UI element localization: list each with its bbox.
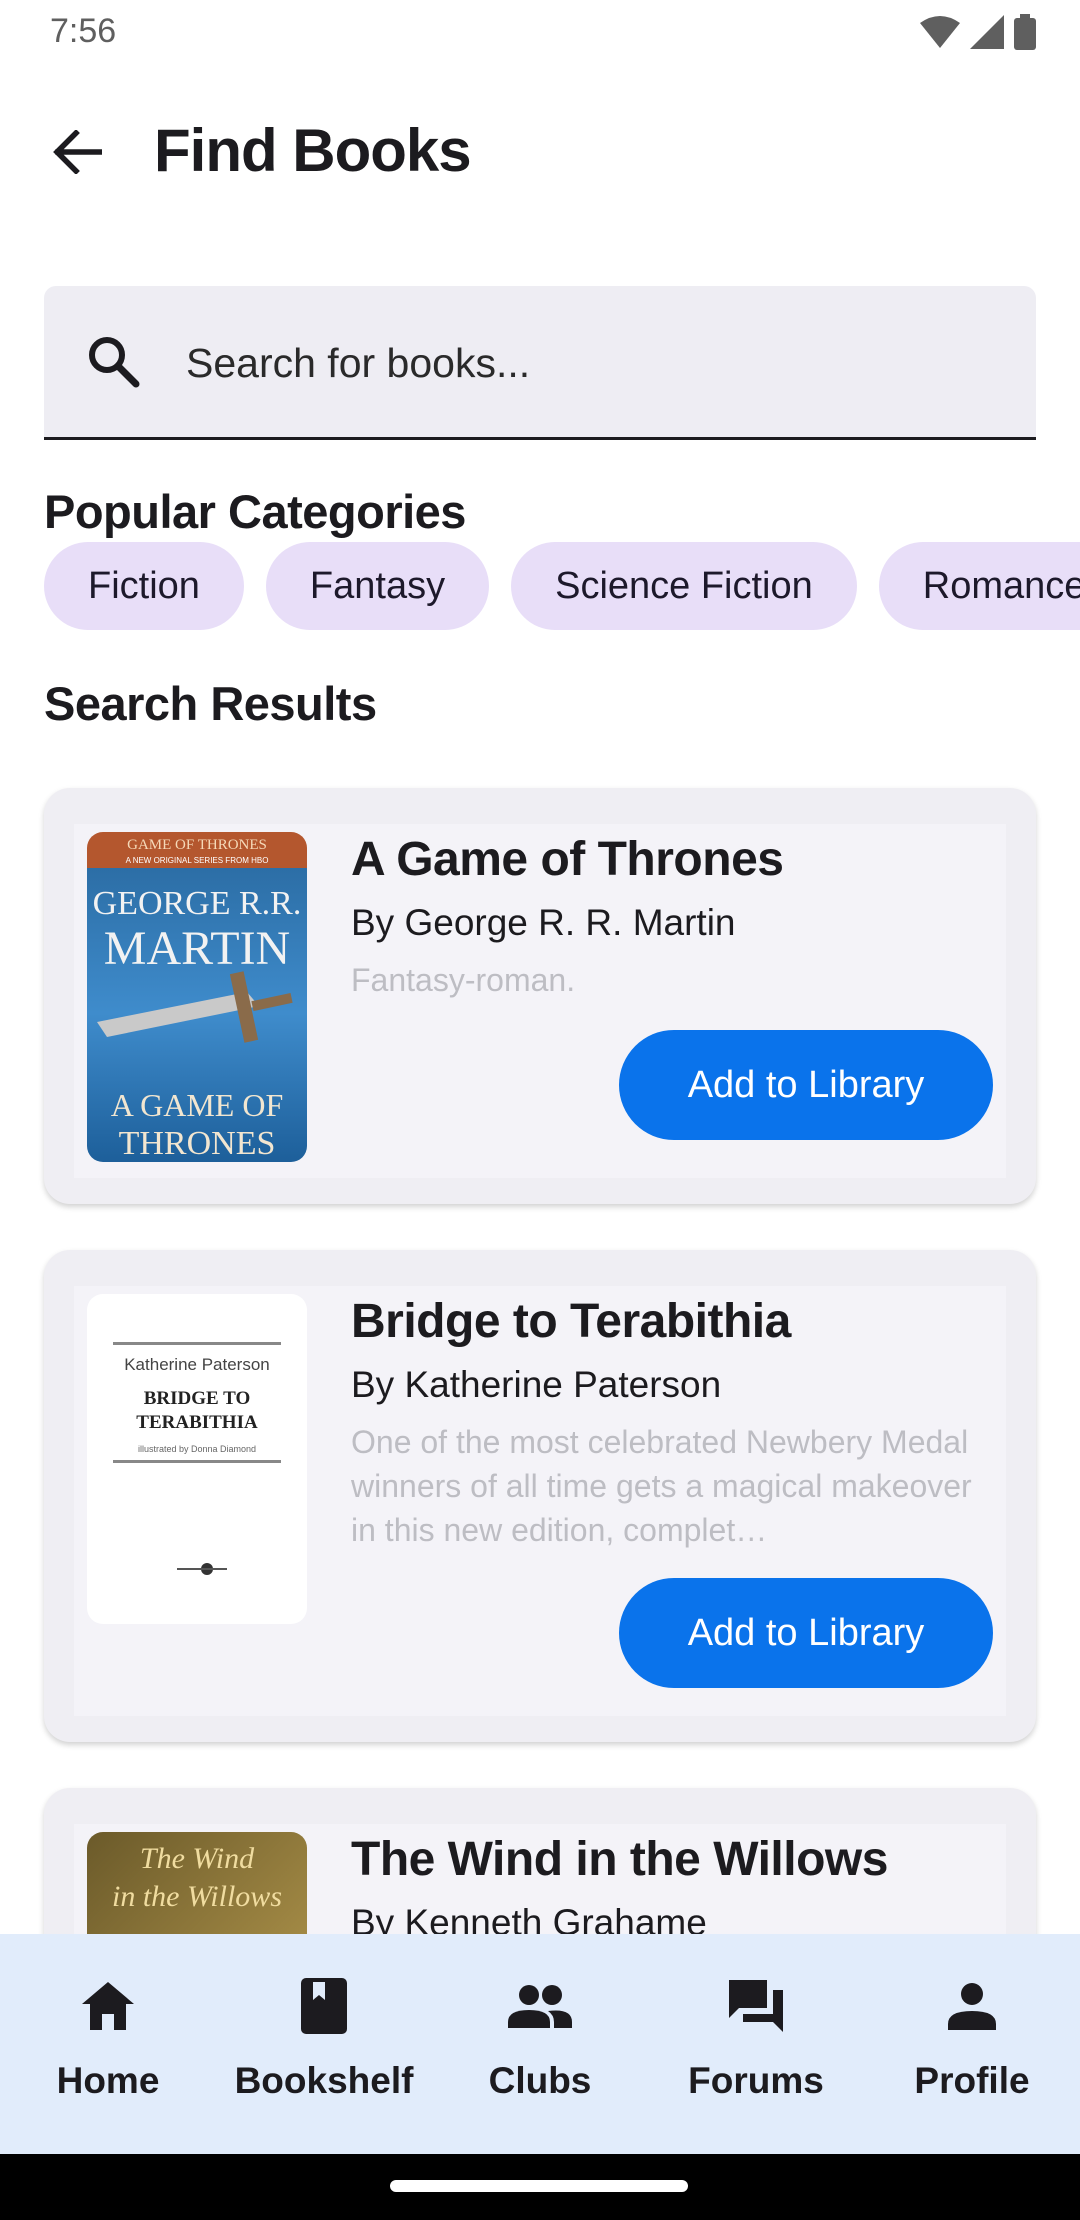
cover-author-last: MARTIN [104, 922, 290, 975]
nav-label-home: Home [56, 2060, 160, 2101]
book-card-content: GAME OF THRONES A NEW ORIGINAL SERIES FR… [74, 824, 1006, 1178]
search-field[interactable] [44, 286, 1036, 440]
nav-item-profile[interactable]: Profile [864, 1934, 1080, 2154]
book-card-content: Katherine Paterson BRIDGE TO TERABITHIA … [74, 1286, 1006, 1716]
search-input[interactable] [186, 332, 1006, 394]
nav-label-profile: Profile [914, 2060, 1030, 2101]
book-icon [292, 1974, 356, 2038]
book-description: Fantasy-roman. [351, 962, 576, 998]
book-cover: Katherine Paterson BRIDGE TO TERABITHIA … [87, 1294, 307, 1624]
nav-item-bookshelf[interactable]: Bookshelf [216, 1934, 432, 2154]
book-cover: GAME OF THRONES A NEW ORIGINAL SERIES FR… [87, 832, 307, 1162]
status-icons [920, 14, 1036, 50]
nav-label-clubs: Clubs [488, 2060, 592, 2101]
gesture-bar [0, 2154, 1080, 2220]
add-to-library-button[interactable]: Add to Library [619, 1030, 993, 1140]
app-bar: Find Books [0, 100, 1080, 204]
cover-author-first: GEORGE R.R. [93, 885, 302, 922]
battery-icon [1014, 14, 1036, 50]
cover-title-top: BRIDGE TO [144, 1388, 250, 1409]
book-description: One of the most celebrated Newbery Medal… [351, 1424, 972, 1548]
wifi-icon [920, 16, 960, 48]
nav-item-clubs[interactable]: Clubs [432, 1934, 648, 2154]
people-icon [508, 1974, 572, 2038]
cover-series: GAME OF THRONES [127, 837, 267, 853]
cover-title-bottom: TERABITHIA [136, 1412, 258, 1433]
book-author: By George R. R. Martin [351, 902, 736, 943]
gesture-handle[interactable] [390, 2180, 688, 2192]
back-button[interactable] [40, 122, 114, 182]
nav-label-bookshelf: Bookshelf [234, 2060, 414, 2101]
nav-item-forums[interactable]: Forums [648, 1934, 864, 2154]
cover-tagline: A NEW ORIGINAL SERIES FROM HBO [126, 856, 269, 865]
bottom-navigation: Home Bookshelf Clubs Forums Profile [0, 1934, 1080, 2154]
chip-fantasy[interactable]: Fantasy [265, 542, 490, 630]
book-author: By Katherine Paterson [351, 1364, 722, 1405]
search-icon [82, 330, 146, 394]
status-time: 7:56 [50, 12, 117, 50]
home-icon [76, 1974, 140, 2038]
forum-icon [724, 1974, 788, 2038]
cover-title-bottom: in the Willows [112, 1880, 282, 1913]
nav-label-forums: Forums [688, 2060, 824, 2101]
signal-icon [970, 15, 1004, 49]
book-card[interactable]: Katherine Paterson BRIDGE TO TERABITHIA … [44, 1250, 1036, 1742]
chip-science-fiction[interactable]: Science Fiction [511, 542, 857, 630]
category-chips: Fiction Fantasy Science Fiction Romance [44, 542, 1080, 630]
chip-fiction[interactable]: Fiction [44, 542, 244, 630]
person-icon [940, 1974, 1004, 2038]
cover-title-top: A GAME OF [111, 1087, 283, 1123]
cover-illustrator: illustrated by Donna Diamond [138, 1444, 256, 1454]
arrow-back-icon [53, 130, 102, 174]
cover-title-bottom: THRONES [119, 1125, 276, 1162]
status-bar: 7:56 [0, 0, 1080, 66]
nav-item-home[interactable]: Home [0, 1934, 216, 2154]
page-title: Find Books [154, 117, 472, 184]
book-card[interactable]: GAME OF THRONES A NEW ORIGINAL SERIES FR… [44, 788, 1036, 1204]
add-to-library-button[interactable]: Add to Library [619, 1578, 993, 1688]
book-title: The Wind in the Willows [351, 1833, 888, 1886]
chip-romance[interactable]: Romance [878, 542, 1080, 630]
book-title: A Game of Thrones [351, 833, 784, 886]
cover-author: Katherine Paterson [124, 1355, 270, 1374]
cover-title-top: The Wind [140, 1842, 255, 1875]
results-title: Search Results [44, 677, 377, 730]
book-title: Bridge to Terabithia [351, 1295, 791, 1348]
categories-title: Popular Categories [44, 485, 466, 538]
